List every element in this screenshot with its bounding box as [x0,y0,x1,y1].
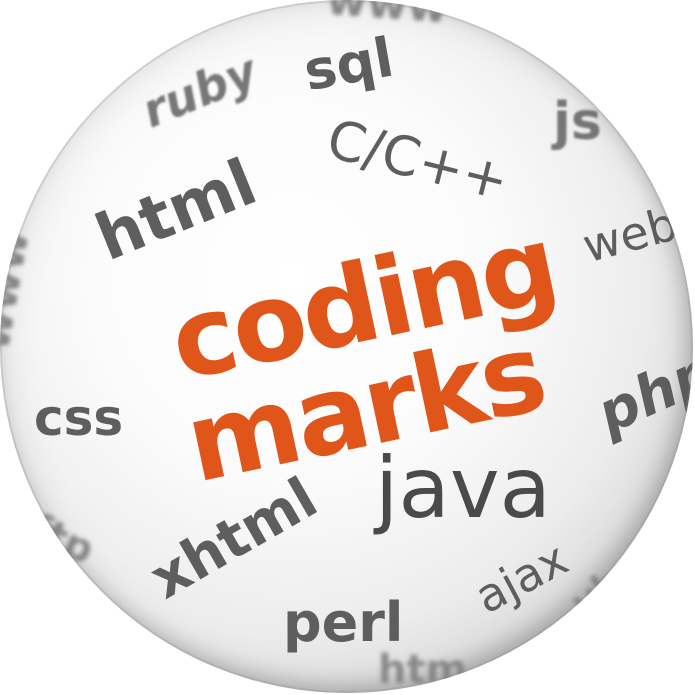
tag-java: java [375,439,551,537]
tag-ftp: ftp [22,505,101,574]
tag-ruby: ruby [134,43,265,139]
tag-web: web [576,196,683,274]
tag-php: php [587,338,693,447]
tag-htm: htm [378,647,468,693]
tag-perl: perl [283,591,404,654]
tag-sql: sql [299,25,399,104]
tag-ajax: ajax [466,531,577,625]
tag-html: html [86,145,267,276]
tag-c-cpp: C/C++ [320,107,515,213]
tag-css: css [34,389,124,447]
tag-www-top: www [324,0,450,34]
tag-www-left: www [0,225,40,355]
word-cloud-sphere: www sql ruby js C/C++ html web www codin… [0,0,693,693]
tag-js: js [553,92,602,152]
tag-vb: vb [563,559,632,626]
